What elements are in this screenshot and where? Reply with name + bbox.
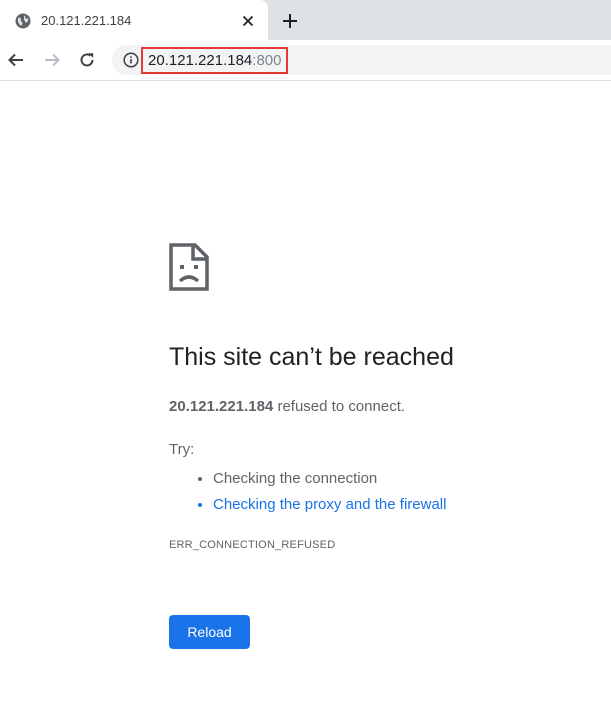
tab-strip: 20.121.221.184 bbox=[0, 0, 611, 40]
error-summary-rest: refused to connect. bbox=[273, 398, 406, 415]
close-icon[interactable] bbox=[240, 13, 256, 29]
toolbar: 20.121.221.184:800 bbox=[0, 40, 611, 81]
reload-button[interactable]: Reload bbox=[169, 615, 250, 649]
error-headline: This site can’t be reached bbox=[169, 343, 454, 371]
error-code: ERR_CONNECTION_REFUSED bbox=[169, 539, 336, 551]
error-host: 20.121.221.184 bbox=[169, 398, 274, 415]
reload-icon[interactable] bbox=[78, 51, 96, 69]
url-port: :800 bbox=[252, 52, 282, 69]
new-tab-plus-icon[interactable] bbox=[281, 12, 299, 30]
error-summary: 20.121.221.184 refused to connect. bbox=[169, 398, 405, 415]
globe-icon bbox=[15, 13, 31, 29]
browser-tab[interactable]: 20.121.221.184 bbox=[0, 0, 268, 40]
suggestions-list: Checking the connection Checking the pro… bbox=[169, 466, 446, 518]
url-host: 20.121.221.184 bbox=[148, 52, 253, 69]
sad-page-icon bbox=[169, 243, 209, 291]
forward-arrow-icon[interactable] bbox=[43, 51, 61, 69]
suggestion-check-connection: Checking the connection bbox=[213, 466, 446, 492]
tab-title: 20.121.221.184 bbox=[41, 13, 132, 28]
info-icon[interactable] bbox=[123, 52, 139, 68]
try-label: Try: bbox=[169, 441, 195, 458]
url-text[interactable]: 20.121.221.184:800 bbox=[141, 47, 289, 74]
back-arrow-icon[interactable] bbox=[7, 51, 25, 69]
suggestion-check-proxy-firewall-link[interactable]: Checking the proxy and the firewall bbox=[213, 492, 446, 518]
address-bar[interactable]: 20.121.221.184:800 bbox=[112, 45, 611, 75]
